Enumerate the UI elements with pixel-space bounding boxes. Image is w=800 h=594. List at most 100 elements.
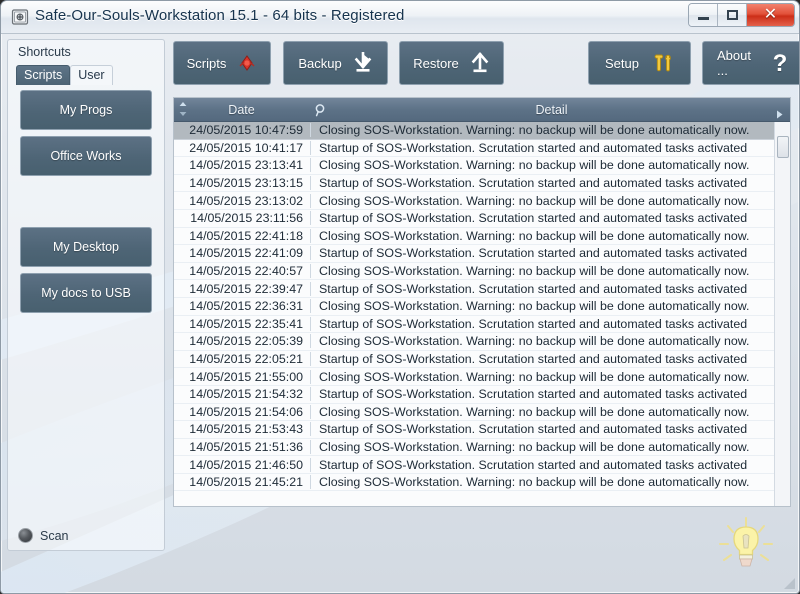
- table-row[interactable]: 14/05/2015 22:36:31 Closing SOS-Workstati…: [174, 298, 790, 316]
- upload-arrow-icon: [470, 52, 490, 74]
- scan-label: Scan: [40, 528, 69, 543]
- cell-detail: Startup of SOS-Workstation. Scrutation s…: [319, 457, 748, 472]
- table-row[interactable]: 14/05/2015 22:05:39 Closing SOS-Workstati…: [174, 333, 790, 351]
- cell-date: 14/05/2015 22:05:21: [174, 352, 311, 367]
- cell-detail: Closing SOS-Workstation. Warning: no bac…: [319, 193, 750, 208]
- table-row[interactable]: 14/05/2015 22:35:41 Startup of SOS-Workst…: [174, 316, 790, 334]
- cell-detail: Startup of SOS-Workstation. Scrutation s…: [319, 422, 748, 437]
- sidebar-item-office-works[interactable]: Office Works: [20, 136, 152, 176]
- setup-button-label: Setup: [605, 55, 639, 71]
- table-row[interactable]: 14/05/2015 21:46:50 Startup of SOS-Workst…: [174, 456, 790, 474]
- cell-date: 14/05/2015 23:11:56: [174, 211, 311, 226]
- safe-vault-icon: [11, 8, 29, 26]
- table-row[interactable]: 24/05/2015 10:41:17 Startup of SOS-Workst…: [174, 140, 790, 158]
- cell-detail: Startup of SOS-Workstation. Scrutation s…: [319, 246, 748, 261]
- sidebar-tab-scripts[interactable]: Scripts: [16, 65, 71, 85]
- cell-date: 14/05/2015 21:54:06: [174, 404, 311, 419]
- maximize-icon: [726, 10, 738, 20]
- title-bar[interactable]: Safe-Our-Souls-Workstation 15.1 - 64 bit…: [1, 1, 799, 34]
- table-row[interactable]: 14/05/2015 23:11:56 Startup of SOS-Workst…: [174, 210, 790, 228]
- application-window: Safe-Our-Souls-Workstation 15.1 - 64 bit…: [0, 0, 800, 594]
- table-row[interactable]: 14/05/2015 23:13:15 Startup of SOS-Workst…: [174, 175, 790, 193]
- backup-button[interactable]: Backup: [283, 41, 388, 85]
- cell-detail: Startup of SOS-Workstation. Scrutation s…: [319, 316, 748, 331]
- window-title: Safe-Our-Souls-Workstation 15.1 - 64 bit…: [35, 7, 405, 24]
- cell-detail: Startup of SOS-Workstation. Scrutation s…: [319, 176, 748, 191]
- sidebar-tab-user[interactable]: User: [70, 65, 113, 85]
- column-header-date[interactable]: Date: [174, 98, 309, 121]
- table-row[interactable]: 14/05/2015 23:13:02 Closing SOS-Workstati…: [174, 192, 790, 210]
- cell-date: 24/05/2015 10:41:17: [174, 140, 311, 155]
- sidebar-item-my-progs[interactable]: My Progs: [20, 90, 152, 130]
- magnifier-icon[interactable]: [314, 103, 328, 122]
- table-row[interactable]: 14/05/2015 21:51:36 Closing SOS-Workstati…: [174, 439, 790, 457]
- cell-date: 14/05/2015 22:36:31: [174, 299, 311, 314]
- sidebar-panel: Shortcuts Scripts User My Progs Office W…: [7, 39, 165, 551]
- minimize-icon: [697, 17, 709, 20]
- cell-detail: Closing SOS-Workstation. Warning: no bac…: [319, 369, 750, 384]
- table-row[interactable]: 14/05/2015 21:54:06 Closing SOS-Workstati…: [174, 404, 790, 422]
- resize-grip-icon[interactable]: [783, 577, 796, 590]
- window-controls: ✕: [688, 3, 795, 27]
- cell-detail: Closing SOS-Workstation. Warning: no bac…: [319, 158, 750, 173]
- sidebar-shortcut-list: My Progs Office Works My Desktop My docs…: [20, 90, 152, 319]
- cell-date: 14/05/2015 21:53:43: [174, 422, 311, 437]
- scripts-button-label: Scripts: [186, 55, 227, 71]
- cell-detail: Startup of SOS-Workstation. Scrutation s…: [319, 211, 748, 226]
- scripts-button[interactable]: Scripts: [173, 41, 271, 85]
- sidebar-item-my-docs-to-usb[interactable]: My docs to USB: [20, 273, 152, 313]
- cell-date: 14/05/2015 21:45:21: [174, 475, 311, 490]
- sidebar-item-my-desktop[interactable]: My Desktop: [20, 227, 152, 267]
- cell-date: 14/05/2015 23:13:02: [174, 193, 311, 208]
- vertical-scrollbar[interactable]: [774, 122, 790, 506]
- question-mark-icon: ?: [770, 50, 790, 76]
- close-button[interactable]: ✕: [747, 4, 794, 26]
- cell-date: 14/05/2015 23:13:41: [174, 158, 311, 173]
- red-scripts-icon: [237, 53, 257, 73]
- table-row[interactable]: 14/05/2015 23:13:41 Closing SOS-Workstati…: [174, 157, 790, 175]
- cell-date: 14/05/2015 23:13:15: [174, 176, 311, 191]
- table-row[interactable]: 14/05/2015 21:53:43 Startup of SOS-Workst…: [174, 421, 790, 439]
- about-button-label: About ...: [717, 48, 751, 78]
- minimize-button[interactable]: [689, 4, 718, 26]
- table-row[interactable]: 14/05/2015 22:05:21 Startup of SOS-Workst…: [174, 351, 790, 369]
- maximize-button[interactable]: [718, 4, 747, 26]
- cell-detail: Closing SOS-Workstation. Warning: no bac…: [319, 334, 750, 349]
- log-table-panel: Date Detail 24/05/2015 10:47:59 Closing S…: [173, 97, 791, 507]
- restore-button-label: Restore: [413, 55, 459, 71]
- cell-detail: Closing SOS-Workstation. Warning: no bac…: [319, 475, 750, 490]
- column-header-detail[interactable]: Detail: [329, 98, 774, 121]
- cell-date: 24/05/2015 10:47:59: [174, 123, 311, 138]
- table-row[interactable]: 14/05/2015 21:45:21 Closing SOS-Workstati…: [174, 474, 790, 492]
- shortcuts-heading: Shortcuts: [18, 45, 71, 59]
- table-row[interactable]: 24/05/2015 10:47:59 Closing SOS-Workstati…: [174, 122, 790, 140]
- cell-detail: Startup of SOS-Workstation. Scrutation s…: [319, 281, 748, 296]
- lightbulb-icon[interactable]: [715, 515, 777, 577]
- svg-text:?: ?: [773, 50, 788, 76]
- scrollbar-thumb[interactable]: [777, 136, 789, 158]
- scan-button[interactable]: Scan: [18, 528, 69, 543]
- cell-date: 14/05/2015 21:46:50: [174, 457, 311, 472]
- cell-date: 14/05/2015 22:41:09: [174, 246, 311, 261]
- log-rows-container[interactable]: 24/05/2015 10:47:59 Closing SOS-Workstati…: [174, 122, 790, 506]
- cell-date: 14/05/2015 21:55:00: [174, 369, 311, 384]
- table-row[interactable]: 14/05/2015 22:40:57 Closing SOS-Workstati…: [174, 263, 790, 281]
- table-row[interactable]: 14/05/2015 22:41:09 Startup of SOS-Workst…: [174, 245, 790, 263]
- table-row[interactable]: 14/05/2015 22:39:47 Startup of SOS-Workst…: [174, 280, 790, 298]
- table-row[interactable]: 14/05/2015 22:41:18 Closing SOS-Workstati…: [174, 228, 790, 246]
- setup-button[interactable]: Setup: [588, 41, 691, 85]
- table-header-row: Date Detail: [174, 98, 790, 122]
- cell-detail: Startup of SOS-Workstation. Scrutation s…: [319, 352, 748, 367]
- table-row[interactable]: 14/05/2015 21:54:32 Startup of SOS-Workst…: [174, 386, 790, 404]
- backup-button-label: Backup: [298, 55, 342, 71]
- tools-wrench-hammer-icon: [650, 51, 674, 75]
- cell-detail: Closing SOS-Workstation. Warning: no bac…: [319, 404, 750, 419]
- cell-date: 14/05/2015 22:35:41: [174, 316, 311, 331]
- restore-button[interactable]: Restore: [399, 41, 504, 85]
- cell-date: 14/05/2015 22:05:39: [174, 334, 311, 349]
- about-button[interactable]: About ... ?: [702, 41, 799, 85]
- close-icon: ✕: [763, 6, 778, 23]
- cell-date: 14/05/2015 22:41:18: [174, 228, 311, 243]
- table-row[interactable]: 14/05/2015 21:55:00 Closing SOS-Workstati…: [174, 368, 790, 386]
- cell-date: 14/05/2015 22:40:57: [174, 264, 311, 279]
